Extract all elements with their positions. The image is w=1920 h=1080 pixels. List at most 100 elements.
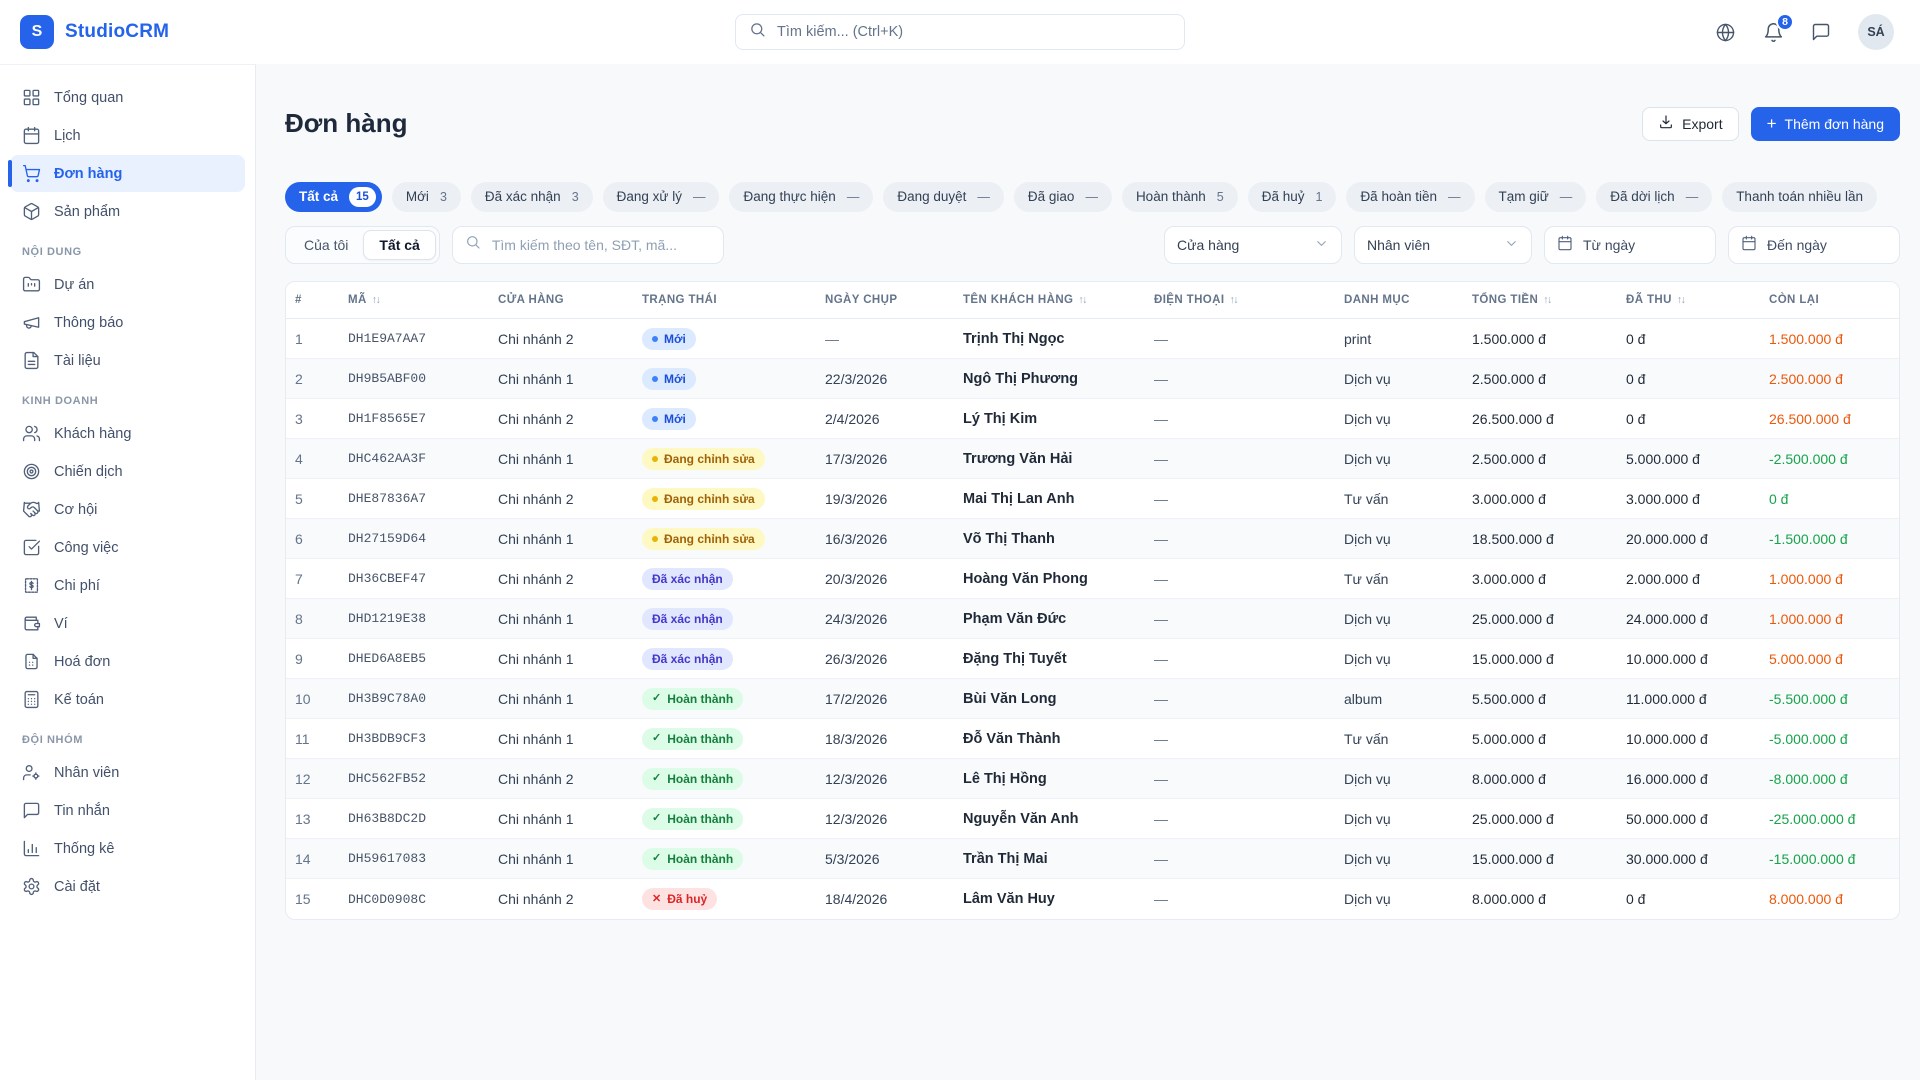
chip-count: — [847, 190, 860, 204]
cell-total: 2.500.000 đ [1462, 439, 1616, 479]
sidebar-item-nhan-vien[interactable]: Nhân viên [10, 754, 245, 791]
order-row[interactable]: 12DHC562FB52Chi nhánh 2✓Hoàn thành12/3/2… [286, 759, 1900, 799]
cell-paid: 5.000.000 đ [1616, 439, 1759, 479]
status-filter-chip[interactable]: Mới3 [392, 182, 461, 212]
sidebar-item-hoa-don[interactable]: Hoá đơn [10, 643, 245, 680]
sidebar-item-thong-bao[interactable]: Thông báo [10, 304, 245, 341]
order-row[interactable]: 2DH9B5ABF00Chi nhánh 1Mới22/3/2026Ngô Th… [286, 359, 1900, 399]
order-row[interactable]: 13DH63B8DC2DChi nhánh 1✓Hoàn thành12/3/2… [286, 799, 1900, 839]
date-from-input[interactable]: Từ ngày [1544, 226, 1716, 264]
status-filter-chip[interactable]: Đang thực hiện— [729, 182, 873, 212]
add-order-button[interactable]: + Thêm đơn hàng [1751, 107, 1900, 141]
order-row[interactable]: 4DHC462AA3FChi nhánh 1Đang chỉnh sửa17/3… [286, 439, 1900, 479]
messages-button[interactable] [1811, 22, 1831, 42]
sidebar-item-tai-lieu[interactable]: Tài liệu [10, 342, 245, 379]
cell-customer: Hoàng Văn Phong [953, 559, 1144, 599]
sidebar-item-ke-toan[interactable]: Kế toán [10, 681, 245, 718]
sidebar-item-tong-quan[interactable]: Tổng quan [10, 79, 245, 116]
chip-label: Đang duyệt [897, 189, 966, 204]
avatar[interactable]: SÁ [1858, 14, 1894, 50]
status-filter-chip[interactable]: Tạm giữ — [1485, 182, 1587, 212]
sidebar-item-cai-dat[interactable]: Cài đặt [10, 868, 245, 905]
status-filter-chip[interactable]: Đã dời lịch— [1596, 182, 1712, 212]
search-icon [465, 234, 481, 255]
staff-filter-select[interactable]: Nhân viên [1354, 226, 1532, 264]
cell-status: ✓Hoàn thành [632, 839, 815, 879]
order-row[interactable]: 10DH3B9C78A0Chi nhánh 1✓Hoàn thành17/2/2… [286, 679, 1900, 719]
chart-icon [22, 839, 41, 858]
cell-total: 15.000.000 đ [1462, 639, 1616, 679]
status-dot-icon [652, 456, 658, 462]
language-globe-button[interactable] [1715, 22, 1736, 43]
scope-all-button[interactable]: Tất cả [363, 230, 435, 260]
cell-date: 26/3/2026 [815, 639, 953, 679]
sidebar-item-thong-ke[interactable]: Thống kê [10, 830, 245, 867]
sidebar-item-khach-hang[interactable]: Khách hàng [10, 415, 245, 452]
sidebar-item-label: Tài liệu [54, 353, 101, 369]
cell-paid: 20.000.000 đ [1616, 519, 1759, 559]
status-filter-chip[interactable]: Thanh toán nhiều lần [1722, 182, 1877, 212]
scope-my-button[interactable]: Của tôi [289, 230, 363, 260]
global-search[interactable] [735, 14, 1185, 50]
column-header[interactable]: TÊN KHÁCH HÀNG↑↓ [953, 282, 1144, 319]
order-row[interactable]: 1DH1E9A7AA7Chi nhánh 2Mới—Trịnh Thị Ngọc… [286, 319, 1900, 359]
notifications-button[interactable]: 8 [1763, 22, 1784, 43]
plus-icon: + [1767, 115, 1777, 132]
cell-store: Chi nhánh 1 [488, 679, 632, 719]
status-filter-chip[interactable]: Đã giao— [1014, 182, 1112, 212]
order-row[interactable]: 5DHE87836A7Chi nhánh 2Đang chỉnh sửa19/3… [286, 479, 1900, 519]
status-filter-chip[interactable]: Tất cả15 [285, 182, 382, 212]
cell-total: 3.000.000 đ [1462, 479, 1616, 519]
column-header[interactable]: ĐÃ THU↑↓ [1616, 282, 1759, 319]
chip-count: — [1560, 190, 1573, 204]
handshake-icon [22, 500, 41, 519]
status-filter-chip[interactable]: Đã huỷ1 [1248, 182, 1337, 212]
sidebar-item-san-pham[interactable]: Sản phẩm [10, 193, 245, 230]
sidebar-item-vi[interactable]: Ví [10, 605, 245, 642]
order-row[interactable]: 9DHED6A8EB5Chi nhánh 1Đã xác nhận26/3/20… [286, 639, 1900, 679]
status-glyph-icon: ✓ [652, 853, 661, 864]
export-button[interactable]: Export [1642, 107, 1738, 141]
status-filter-chip[interactable]: Hoàn thành5 [1122, 182, 1238, 212]
sidebar-item-cong-viec[interactable]: Công việc [10, 529, 245, 566]
global-search-input[interactable] [775, 23, 1171, 41]
cell-index: 15 [286, 879, 338, 919]
column-header[interactable]: ĐIỆN THOẠI↑↓ [1144, 282, 1334, 319]
date-to-input[interactable]: Đến ngày [1728, 226, 1900, 264]
order-row[interactable]: 7DH36CBEF47Chi nhánh 2Đã xác nhận20/3/20… [286, 559, 1900, 599]
column-header[interactable]: MÃ↑↓ [338, 282, 488, 319]
sidebar-item-label: Hoá đơn [54, 654, 110, 670]
cell-phone: — [1144, 519, 1334, 559]
table-search-input[interactable] [490, 236, 711, 254]
cell-index: 6 [286, 519, 338, 559]
order-row[interactable]: 11DH3BDB9CF3Chi nhánh 1✓Hoàn thành18/3/2… [286, 719, 1900, 759]
status-filter-chip[interactable]: Đang duyệt— [883, 182, 1004, 212]
order-row[interactable]: 8DHD1219E38Chi nhánh 1Đã xác nhận24/3/20… [286, 599, 1900, 639]
sidebar-item-du-an[interactable]: Dự án [10, 266, 245, 303]
cell-code: DH63B8DC2D [338, 799, 488, 839]
chip-label: Đã xác nhận [485, 189, 561, 204]
sidebar-item-co-hoi[interactable]: Cơ hội [10, 491, 245, 528]
chip-label: Tạm giữ [1499, 189, 1549, 204]
status-filter-chip[interactable]: Đã xác nhận3 [471, 182, 593, 212]
sort-icon: ↑↓ [1078, 294, 1086, 306]
order-row[interactable]: 3DH1F8565E7Chi nhánh 2Mới2/4/2026Lý Thị … [286, 399, 1900, 439]
sidebar-item-chi-phi[interactable]: Chi phí [10, 567, 245, 604]
order-row[interactable]: 15DHC0D0908CChi nhánh 2✕Đã huỷ18/4/2026L… [286, 879, 1900, 919]
status-filter-chip[interactable]: Đã hoàn tiền— [1346, 182, 1474, 212]
sidebar-item-don-hang[interactable]: Đơn hàng [10, 155, 245, 192]
sidebar-item-chien-dich[interactable]: Chiến dịch [10, 453, 245, 490]
table-search[interactable] [452, 226, 724, 264]
sidebar-item-tin-nhan[interactable]: Tin nhắn [10, 792, 245, 829]
order-row[interactable]: 14DH59617083Chi nhánh 1✓Hoàn thành5/3/20… [286, 839, 1900, 879]
wallet-icon [22, 614, 41, 633]
sidebar-item-lich[interactable]: Lịch [10, 117, 245, 154]
cell-customer: Lê Thị Hồng [953, 759, 1144, 799]
chip-count: 3 [440, 190, 447, 204]
store-filter-select[interactable]: Cửa hàng [1164, 226, 1342, 264]
cell-date: — [815, 319, 953, 359]
status-filter-chip[interactable]: Đang xử lý— [603, 182, 720, 212]
order-row[interactable]: 6DH27159D64Chi nhánh 1Đang chỉnh sửa16/3… [286, 519, 1900, 559]
message-icon [1811, 22, 1831, 42]
column-header[interactable]: TỔNG TIỀN↑↓ [1462, 282, 1616, 319]
